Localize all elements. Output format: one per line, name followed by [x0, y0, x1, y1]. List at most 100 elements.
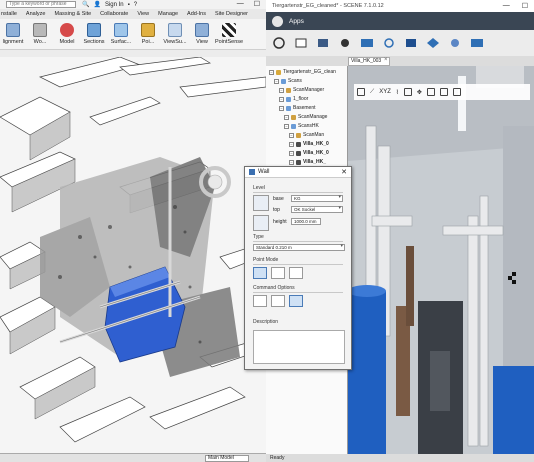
- apps-label[interactable]: Apps: [289, 18, 304, 25]
- link-icon[interactable]: [448, 37, 462, 49]
- menu-collaborate[interactable]: Collaborate: [100, 11, 128, 17]
- wall-type-select[interactable]: Standard 0.210 m: [253, 244, 345, 251]
- tree-node-icon: [286, 87, 291, 93]
- pick-line-button[interactable]: [253, 295, 267, 307]
- menu-add-ins[interactable]: Add-Ins: [187, 11, 206, 17]
- tree-item[interactable]: − Villa_HK_0: [289, 149, 329, 157]
- tree-node-icon: [291, 123, 296, 129]
- grid-icon[interactable]: [316, 37, 330, 49]
- top-select[interactable]: OK Sockel: [291, 206, 343, 213]
- scene-home-icon[interactable]: [272, 15, 283, 27]
- revit-titlebar: Type a keyword or phrase 🔍 👤 Sign In ▪ ?…: [0, 0, 266, 9]
- height-input[interactable]: 1000.0 mm: [291, 218, 321, 225]
- menu-site-designer[interactable]: Site Designer: [215, 11, 248, 17]
- fit-wall-button[interactable]: [289, 295, 303, 307]
- revit-search-input[interactable]: Type a keyword or phrase: [6, 1, 76, 8]
- scan-view-3d[interactable]: [348, 66, 534, 454]
- point-mode-right-button[interactable]: [289, 267, 303, 279]
- tree-toggle-icon[interactable]: −: [274, 78, 279, 84]
- tree-toggle-icon[interactable]: −: [289, 132, 294, 138]
- xyz-label[interactable]: XYZ: [379, 89, 391, 95]
- maximize-icon[interactable]: ☐: [254, 0, 260, 8]
- tree-node-icon: [286, 96, 291, 102]
- select-tool-icon[interactable]: [357, 88, 365, 96]
- tree-toggle-icon[interactable]: −: [289, 150, 294, 156]
- tree-item[interactable]: − ScansHK: [284, 122, 319, 130]
- tree-toggle-icon[interactable]: −: [284, 114, 289, 120]
- model-button[interactable]: Model: [54, 23, 80, 45]
- tree-item[interactable]: − Villa_HK_0: [289, 140, 329, 148]
- tree-toggle-icon[interactable]: −: [269, 69, 274, 75]
- display-icon[interactable]: [360, 37, 374, 49]
- point-button[interactable]: Poi...: [135, 23, 161, 45]
- tree-toggle-icon[interactable]: −: [289, 141, 294, 147]
- point-mode-left-button[interactable]: [271, 267, 285, 279]
- clip-tool-icon[interactable]: [439, 88, 448, 96]
- tab-close-icon[interactable]: ×: [384, 57, 388, 63]
- minimize-icon[interactable]: —: [503, 2, 510, 10]
- rotate-icon[interactable]: [272, 37, 286, 49]
- view-button[interactable]: View: [189, 23, 215, 45]
- description-textarea[interactable]: [253, 330, 345, 364]
- tree-node-icon: [296, 132, 301, 138]
- minimize-icon[interactable]: —: [237, 0, 244, 8]
- scene-titlebar: Tiergartenstr_EG_cleaned* - SCENE 7.1.0.…: [266, 0, 534, 12]
- maximize-icon[interactable]: ☐: [522, 2, 528, 10]
- move-tool-icon[interactable]: ✥: [417, 89, 422, 96]
- wall-button[interactable]: Wo...: [27, 23, 53, 45]
- pick-surface-button[interactable]: [271, 295, 285, 307]
- binoculars-icon[interactable]: 🔍: [82, 1, 89, 8]
- menu-install[interactable]: nstalle: [1, 11, 17, 17]
- tree-item[interactable]: − Villa_HK_: [289, 158, 326, 166]
- wall-dialog: Wall ✕ Level base KG top OK Sockel heigh…: [244, 166, 352, 370]
- menu-massing-site[interactable]: Massing & Site: [54, 11, 91, 17]
- surface-button[interactable]: Surfac...: [108, 23, 134, 45]
- close-icon[interactable]: ✕: [341, 168, 347, 176]
- measure-tool-icon[interactable]: ⟋: [370, 89, 374, 96]
- main-model-select[interactable]: Main Model: [205, 454, 249, 462]
- tree-item[interactable]: − Scans: [274, 77, 302, 85]
- sections-button[interactable]: Sections: [81, 23, 107, 45]
- layers-icon[interactable]: [426, 37, 440, 49]
- revit-3d-viewport[interactable]: [0, 57, 266, 453]
- tree-item-label: 1_floor: [293, 96, 309, 102]
- revit-title-icons: 🔍 👤 Sign In ▪ ?: [82, 1, 137, 9]
- menu-view[interactable]: View: [137, 11, 149, 17]
- export-icon[interactable]: [470, 37, 484, 49]
- tree-item[interactable]: − ScanManager: [279, 86, 324, 94]
- tree-item[interactable]: − ScanManage: [284, 113, 327, 121]
- plane-tool-icon[interactable]: [426, 88, 435, 96]
- help-icon[interactable]: ?: [134, 2, 137, 8]
- tree-item-label: ScanManage: [298, 114, 328, 120]
- filter-icon[interactable]: [404, 37, 418, 49]
- signin-link[interactable]: Sign In: [105, 2, 124, 8]
- chart-icon[interactable]: [294, 37, 308, 49]
- scene-window-title: Tiergartenstr_EG_cleaned* - SCENE 7.1.0.…: [272, 3, 384, 9]
- viewsurface-button[interactable]: ViewSu...: [162, 23, 188, 45]
- tree-item[interactable]: − Basement: [279, 104, 316, 112]
- tree-item[interactable]: − Tiergartenstr_EG_clean: [269, 68, 336, 76]
- user-icon[interactable]: 👤: [93, 1, 100, 8]
- tree-item[interactable]: − 1_floor: [279, 95, 308, 103]
- box-tool-icon[interactable]: [403, 88, 412, 96]
- menu-analyze[interactable]: Analyze: [26, 11, 46, 17]
- base-select[interactable]: KG: [291, 195, 343, 202]
- menu-manage[interactable]: Manage: [158, 11, 178, 17]
- pointsense-button[interactable]: PointSense: [215, 23, 243, 45]
- point-mode-two-points-button[interactable]: [253, 267, 267, 279]
- measure-icon[interactable]: [382, 37, 396, 49]
- tree-item[interactable]: − ScanMan: [289, 131, 324, 139]
- polyline-tool-icon[interactable]: ⌇: [396, 89, 399, 96]
- tree-toggle-icon[interactable]: −: [279, 96, 284, 102]
- tree-toggle-icon[interactable]: −: [279, 105, 284, 111]
- alignment-button[interactable]: lignment: [0, 23, 26, 45]
- height-row: height 1000.0 mm: [273, 218, 321, 225]
- camera-tool-icon[interactable]: [452, 88, 461, 96]
- model-icon: [60, 23, 74, 37]
- tree-toggle-icon[interactable]: −: [284, 123, 289, 129]
- cart-icon[interactable]: ▪: [128, 2, 130, 8]
- tree-toggle-icon[interactable]: −: [289, 159, 294, 165]
- user-hat-icon[interactable]: [338, 37, 352, 49]
- sections-icon: [87, 23, 101, 37]
- tree-toggle-icon[interactable]: −: [279, 87, 284, 93]
